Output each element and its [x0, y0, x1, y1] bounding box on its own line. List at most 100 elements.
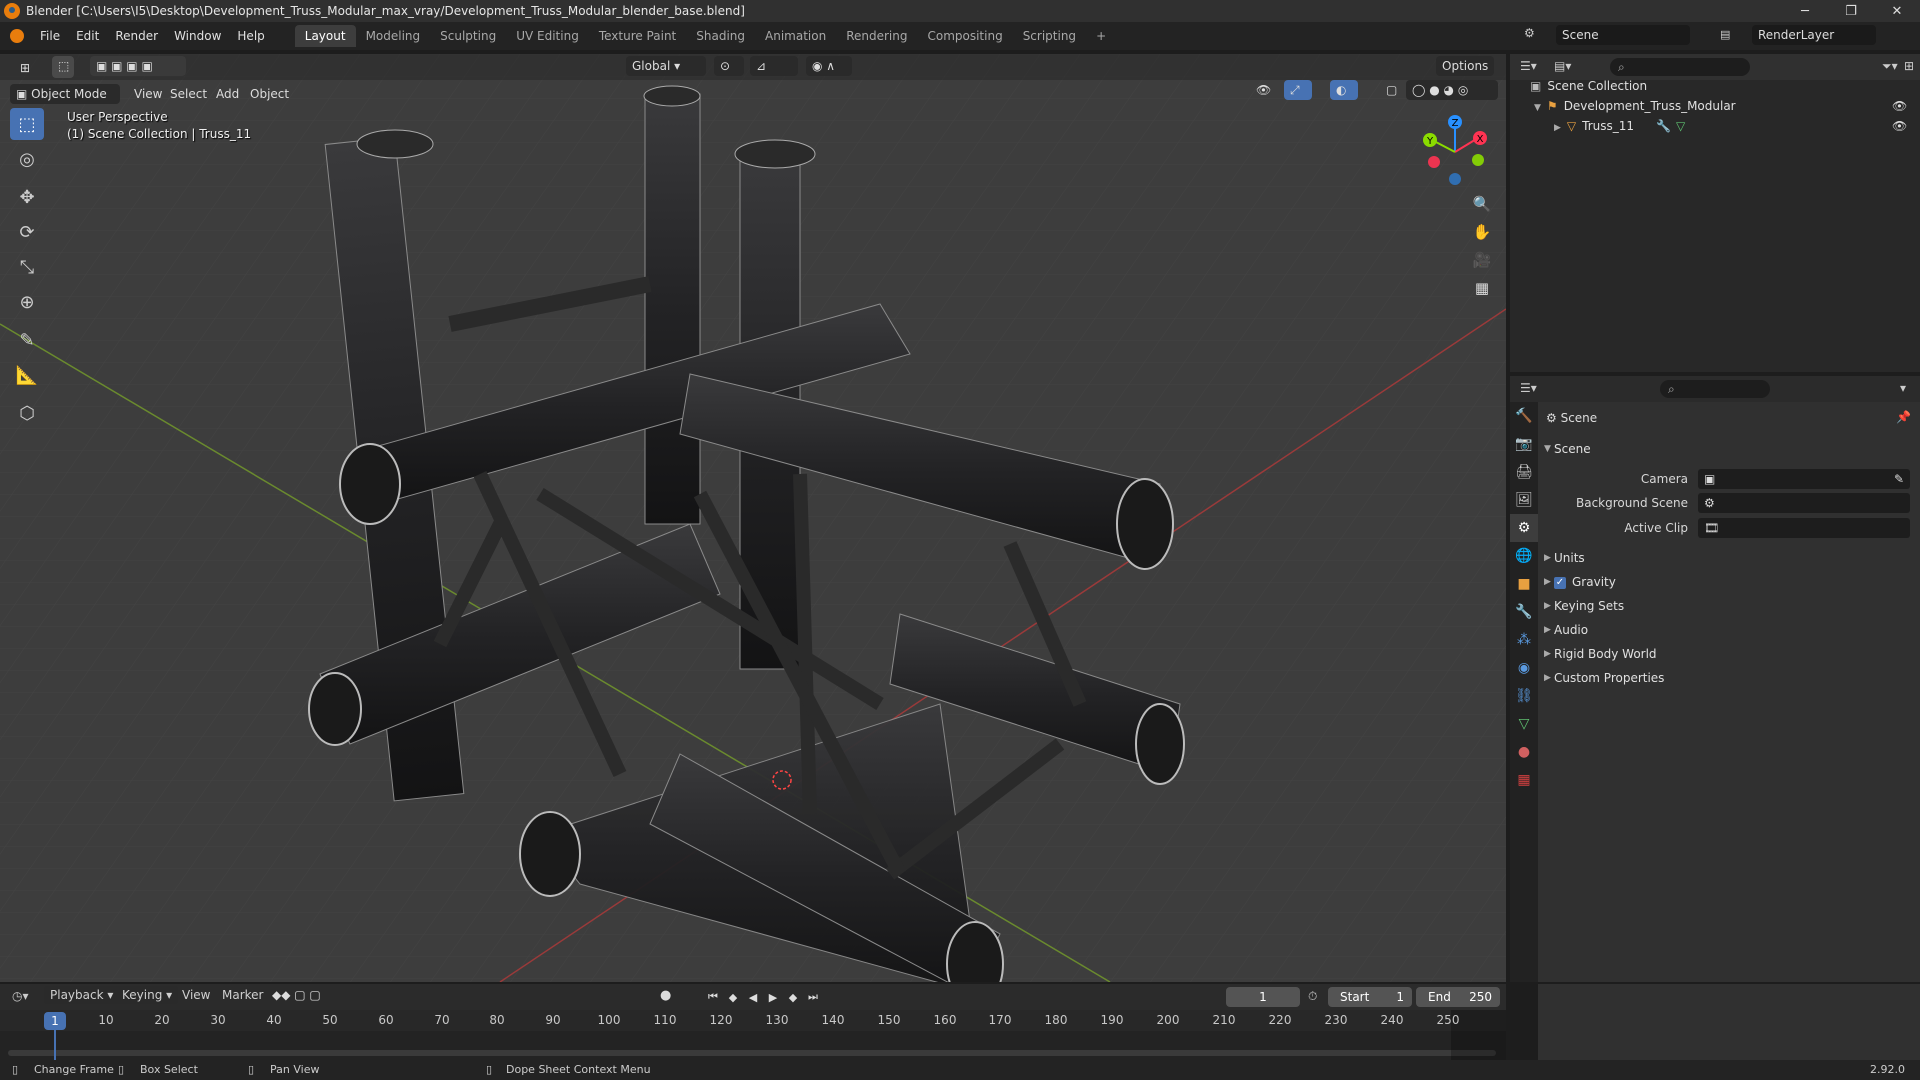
- gizmo-toggle-icon[interactable]: ⤢: [1284, 80, 1312, 100]
- close-button[interactable]: ✕: [1874, 0, 1920, 22]
- selection-mode-icons[interactable]: ▣ ▣ ▣ ▣: [90, 56, 186, 76]
- outliner-row-collection[interactable]: ▼ ⚑ Development_Truss_Modular 👁: [1510, 96, 1920, 116]
- pan-hand-icon[interactable]: ✋: [1468, 218, 1496, 246]
- display-mode-icon[interactable]: ▤▾: [1554, 59, 1571, 73]
- output-tab-icon[interactable]: 🖨: [1510, 458, 1538, 486]
- world-tab-icon[interactable]: 🌐: [1510, 542, 1538, 570]
- tab-animation[interactable]: Animation: [755, 25, 836, 47]
- navigation-gizmo[interactable]: Z X Y: [1420, 112, 1490, 192]
- snap-icon[interactable]: ⊿: [750, 56, 798, 76]
- collapse-arrow-icon[interactable]: ▶: [1554, 123, 1561, 133]
- render-tab-icon[interactable]: 📷: [1510, 430, 1538, 458]
- prev-keyframe-icon[interactable]: ◆: [724, 988, 742, 1006]
- tab-compositing[interactable]: Compositing: [917, 25, 1012, 47]
- units-panel[interactable]: ▶ Units: [1540, 547, 1920, 569]
- timeline-editor-icon[interactable]: ◷▾: [12, 989, 29, 1003]
- tab-modeling[interactable]: Modeling: [356, 25, 431, 47]
- overlay-toggle-icon[interactable]: ◐: [1330, 80, 1358, 100]
- xray-icon[interactable]: ▢: [1380, 80, 1400, 100]
- custom-properties-panel[interactable]: ▶ Custom Properties: [1540, 667, 1920, 689]
- menu-add[interactable]: Add: [210, 84, 245, 104]
- properties-search-icon[interactable]: ⌕: [1660, 380, 1770, 398]
- move-icon[interactable]: ✥: [10, 181, 44, 213]
- view-layer-selector[interactable]: RenderLayer: [1752, 25, 1876, 45]
- properties-options-icon[interactable]: ▾: [1900, 381, 1906, 395]
- rotate-icon[interactable]: ⟳: [10, 216, 44, 248]
- menu-select[interactable]: Select: [164, 84, 213, 104]
- new-collection-icon[interactable]: ⊞: [1904, 59, 1914, 73]
- proportional-edit-icon[interactable]: ◉ ∧: [806, 56, 852, 76]
- maximize-button[interactable]: ❐: [1828, 0, 1874, 22]
- scene-selector[interactable]: Scene: [1556, 25, 1690, 45]
- tab-shading[interactable]: Shading: [686, 25, 755, 47]
- outliner-row-object[interactable]: ▶ ▽ Truss_11 🔧 ▽ 👁: [1510, 116, 1920, 136]
- tab-sculpting[interactable]: Sculpting: [430, 25, 506, 47]
- tab-texture-paint[interactable]: Texture Paint: [589, 25, 686, 47]
- stopwatch-icon[interactable]: ⏱: [1308, 989, 1317, 1004]
- 3d-viewport[interactable]: [0, 54, 1506, 982]
- filter-icon[interactable]: ⏷▾: [1882, 59, 1898, 74]
- pivot-icon[interactable]: ⊙: [714, 56, 744, 76]
- keying-menu[interactable]: Keying ▾: [116, 986, 179, 1004]
- scale-icon[interactable]: ⤡: [10, 251, 44, 283]
- visibility-eye-icon[interactable]: 👁: [1892, 116, 1907, 136]
- tab-scripting[interactable]: Scripting: [1013, 25, 1086, 47]
- playhead[interactable]: 1: [44, 1012, 66, 1030]
- tab-layout[interactable]: Layout: [294, 25, 356, 47]
- options-dropdown[interactable]: Options ▾: [1436, 56, 1494, 93]
- timeline-scrollbar[interactable]: [8, 1050, 1496, 1056]
- play-icon[interactable]: ▶: [764, 988, 782, 1006]
- orientation-dropdown[interactable]: Global ▾: [626, 56, 706, 76]
- menu-help[interactable]: Help: [229, 25, 272, 47]
- tool-select-icon[interactable]: ⬚: [52, 56, 74, 78]
- object-mode-dropdown[interactable]: ▣ Object Mode ▾: [10, 84, 120, 121]
- jump-start-icon[interactable]: ⏮: [704, 988, 722, 1006]
- ortho-grid-icon[interactable]: ▦: [1468, 274, 1496, 302]
- next-keyframe-icon[interactable]: ◆: [784, 988, 802, 1006]
- camera-field[interactable]: ▣ ✎: [1698, 469, 1910, 489]
- menu-file[interactable]: File: [32, 25, 68, 47]
- transform-icon[interactable]: ⊕: [10, 286, 44, 318]
- visibility-eye-icon[interactable]: 👁: [1892, 96, 1907, 116]
- start-frame-field[interactable]: Start 1: [1328, 987, 1412, 1007]
- end-frame-field[interactable]: End 250: [1416, 987, 1500, 1007]
- menu-view[interactable]: View: [128, 84, 168, 104]
- cursor-icon[interactable]: ◎: [10, 143, 44, 175]
- minimize-button[interactable]: ─: [1782, 0, 1828, 22]
- zoom-icon[interactable]: 🔍: [1468, 190, 1496, 218]
- gravity-panel[interactable]: ▶ ✓ Gravity: [1540, 571, 1920, 593]
- properties-editor-icon[interactable]: ☰▾: [1520, 381, 1537, 395]
- jump-end-icon[interactable]: ⏭: [804, 988, 822, 1006]
- editor-type-icon[interactable]: ⊞: [14, 58, 44, 78]
- record-icon[interactable]: ●: [660, 988, 671, 1003]
- outliner-editor-icon[interactable]: ☰▾: [1520, 59, 1537, 73]
- data-tab-icon[interactable]: ▽: [1510, 710, 1538, 738]
- menu-render[interactable]: Render: [107, 25, 166, 47]
- add-cube-icon[interactable]: ⬡: [10, 397, 44, 429]
- playback-menu[interactable]: Playback ▾: [44, 986, 120, 1004]
- marker-menu[interactable]: Marker: [222, 988, 263, 1002]
- outliner-search-icon[interactable]: ⌕: [1610, 58, 1750, 76]
- current-frame-field[interactable]: 1: [1226, 987, 1300, 1007]
- tab-rendering[interactable]: Rendering: [836, 25, 917, 47]
- measure-icon[interactable]: 📐: [10, 359, 44, 391]
- blender-menu-icon[interactable]: [10, 29, 24, 43]
- shading-mode-icons[interactable]: ◯ ● ◕ ◎: [1406, 80, 1498, 100]
- add-workspace-button[interactable]: +: [1086, 25, 1116, 47]
- view-layer-tab-icon[interactable]: 🖼: [1510, 486, 1538, 514]
- modifier-tab-icon[interactable]: 🔧: [1510, 598, 1538, 626]
- scene-panel-header[interactable]: ▼ Scene: [1540, 438, 1920, 460]
- gravity-checkbox[interactable]: ✓: [1554, 576, 1566, 589]
- play-reverse-icon[interactable]: ◀: [744, 988, 762, 1006]
- menu-window[interactable]: Window: [166, 25, 229, 47]
- menu-object[interactable]: Object: [244, 84, 295, 104]
- rigid-body-world-panel[interactable]: ▶ Rigid Body World: [1540, 643, 1920, 665]
- timeline-view-menu[interactable]: View: [182, 988, 210, 1002]
- audio-panel[interactable]: ▶ Audio: [1540, 619, 1920, 641]
- material-tab-icon[interactable]: ●: [1510, 738, 1538, 766]
- scene-tab-icon[interactable]: ⚙: [1510, 514, 1538, 542]
- tab-uv-editing[interactable]: UV Editing: [506, 25, 589, 47]
- constraints-tab-icon[interactable]: ⛓: [1510, 682, 1538, 710]
- select-box-icon[interactable]: ⬚: [10, 108, 44, 140]
- object-tab-icon[interactable]: ■: [1510, 570, 1538, 598]
